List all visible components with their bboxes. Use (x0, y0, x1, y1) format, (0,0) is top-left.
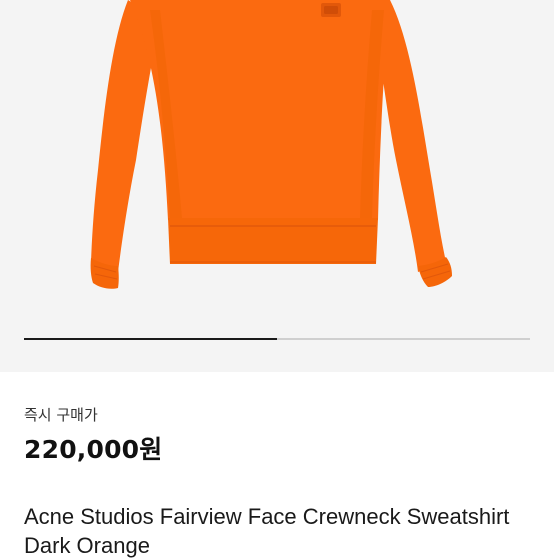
price-value: 220,000원 (24, 435, 163, 464)
gallery-progress-fill (24, 338, 277, 340)
sweatshirt-illustration (90, 0, 452, 289)
gallery-progress-track (24, 338, 530, 340)
hem-band (168, 218, 378, 264)
product-image[interactable] (0, 0, 554, 372)
product-title: Acne Studios Fairview Face Crewneck Swea… (24, 504, 510, 558)
price-label: 즉시 구매가 (24, 406, 98, 424)
